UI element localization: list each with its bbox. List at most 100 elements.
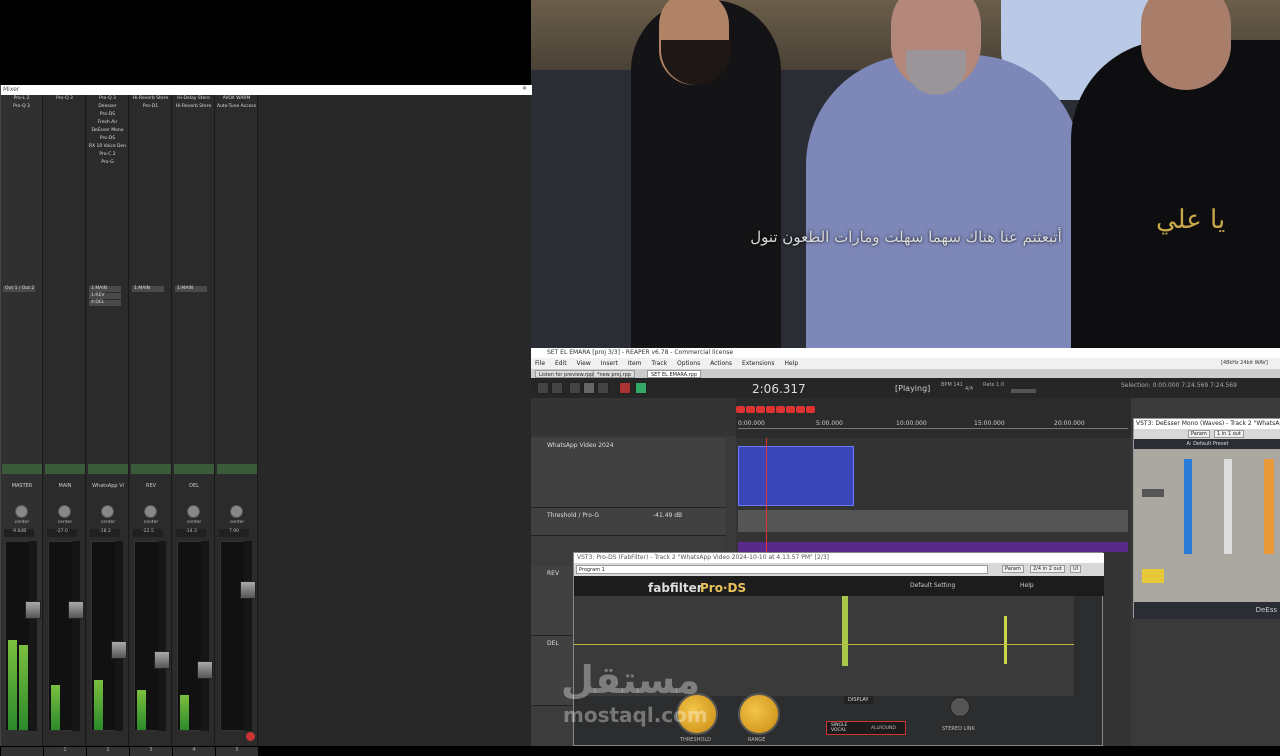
track-whatsapp[interactable]: WhatsApp Video 2024 bbox=[531, 438, 726, 508]
track-threshold-envelope[interactable]: Threshold / Pro-G -41.49 dB bbox=[531, 508, 726, 536]
fx-slot[interactable]: Hi-Reverb Stere bbox=[173, 103, 214, 111]
fx-slot[interactable]: Pro-G bbox=[87, 159, 128, 167]
rewind-button[interactable] bbox=[537, 382, 549, 394]
strip-buttons[interactable] bbox=[174, 464, 214, 474]
menu-extensions[interactable]: Extensions bbox=[742, 360, 775, 367]
range-knob[interactable] bbox=[738, 693, 780, 735]
fader-cap[interactable] bbox=[25, 601, 41, 619]
strip-buttons[interactable] bbox=[2, 464, 42, 474]
param-button[interactable]: Param bbox=[1002, 565, 1024, 573]
strip-buttons[interactable] bbox=[88, 464, 128, 474]
pan-knob[interactable] bbox=[187, 505, 200, 518]
menu-item[interactable]: Item bbox=[628, 360, 642, 367]
mode-allround[interactable]: ALLROUND bbox=[871, 726, 896, 731]
fx-slot[interactable]: Auto-Tune Access bbox=[216, 103, 257, 111]
volume-fader[interactable] bbox=[197, 541, 213, 731]
timeline-ruler[interactable]: 0:00.000 5:00.000 10:00.000 15:00.000 20… bbox=[736, 398, 1131, 438]
fx-slot[interactable]: Pro-Q 3 bbox=[87, 95, 128, 103]
repeat-button[interactable] bbox=[635, 382, 647, 394]
monitor-button[interactable] bbox=[1142, 569, 1164, 583]
volume-fader[interactable] bbox=[154, 541, 170, 731]
send-slot[interactable]: 1:MAIN bbox=[175, 286, 207, 292]
fader-cap[interactable] bbox=[111, 641, 127, 659]
fx-slot[interactable]: Pro-DS bbox=[87, 111, 128, 119]
envelope-lane[interactable] bbox=[738, 510, 1128, 532]
region-marker[interactable] bbox=[786, 406, 795, 413]
preset-name[interactable]: A: Default Preset bbox=[1134, 439, 1280, 449]
stereo-link-knob[interactable] bbox=[950, 697, 970, 717]
rate-slider[interactable] bbox=[1011, 389, 1036, 393]
region-marker[interactable] bbox=[766, 406, 775, 413]
fx-slot[interactable]: Pro-D1 bbox=[130, 103, 171, 111]
region-marker[interactable] bbox=[746, 406, 755, 413]
fx-slot[interactable]: RX 10 Voice Den bbox=[87, 143, 128, 151]
volume-fader[interactable] bbox=[25, 541, 41, 731]
region-marker[interactable] bbox=[806, 406, 815, 413]
audio-item[interactable] bbox=[738, 446, 854, 506]
send-slot[interactable]: 1:MAIN bbox=[132, 286, 164, 292]
menu-insert[interactable]: Insert bbox=[601, 360, 618, 367]
fx-slot[interactable]: Pro-DS bbox=[87, 135, 128, 143]
display-button[interactable]: DISPLAY bbox=[844, 696, 873, 704]
pan-knob[interactable] bbox=[15, 505, 28, 518]
pin-icon[interactable]: ✱ bbox=[522, 85, 527, 92]
time-signature[interactable]: 4/4 bbox=[965, 386, 973, 392]
fx-slot[interactable]: Pro-Q 3 bbox=[1, 103, 42, 111]
track-name[interactable]: DEL bbox=[547, 640, 559, 647]
send-slot[interactable]: 4:DEL bbox=[89, 300, 121, 306]
region-marker[interactable] bbox=[776, 406, 785, 413]
fx-slot[interactable]: DeEsser Mono bbox=[87, 127, 128, 135]
io-button[interactable]: 1 in 1 out bbox=[1214, 430, 1244, 438]
help-button[interactable]: Help bbox=[1020, 582, 1034, 589]
strip-buttons[interactable] bbox=[45, 464, 85, 474]
record-arm-button[interactable] bbox=[246, 732, 255, 741]
stop-button[interactable] bbox=[569, 382, 581, 394]
bpm-display[interactable]: BPM 141 bbox=[941, 382, 963, 388]
play-button[interactable] bbox=[583, 382, 595, 394]
menu-view[interactable]: View bbox=[577, 360, 591, 367]
strip-name[interactable]: MAIN bbox=[44, 483, 86, 489]
strip-name[interactable]: REV bbox=[130, 483, 172, 489]
send-slot[interactable]: Out 1 / Out 2 bbox=[3, 286, 35, 292]
pan-knob[interactable] bbox=[101, 505, 114, 518]
program-select[interactable]: Program 1 bbox=[576, 565, 988, 574]
track-name[interactable]: WhatsApp Video 2024 bbox=[547, 442, 614, 449]
preset-name[interactable]: Default Setting bbox=[910, 582, 955, 589]
mode-selector[interactable]: SINGLE VOCAL ALLROUND bbox=[826, 721, 906, 735]
mode-single[interactable]: SINGLE VOCAL bbox=[831, 723, 855, 733]
tab-listen[interactable]: Listen for preview.rpp bbox=[535, 370, 598, 378]
fader-cap[interactable] bbox=[197, 661, 213, 679]
io-button[interactable]: 2/4 in 2 out bbox=[1030, 565, 1065, 573]
strip-name[interactable]: MASTER bbox=[1, 483, 43, 489]
send-slot[interactable]: 1:MAIN bbox=[89, 286, 121, 292]
strip-name[interactable]: WhatsApp Vi bbox=[87, 483, 129, 489]
menu-actions[interactable]: Actions bbox=[710, 360, 732, 367]
threshold-line[interactable] bbox=[574, 644, 1074, 645]
strip-buttons[interactable] bbox=[217, 464, 257, 474]
fader-cap[interactable] bbox=[240, 581, 256, 599]
volume-fader[interactable] bbox=[68, 541, 84, 731]
menu-track[interactable]: Track bbox=[651, 360, 667, 367]
pan-knob[interactable] bbox=[58, 505, 71, 518]
pan-knob[interactable] bbox=[144, 505, 157, 518]
fx-slot[interactable]: Fresh Air bbox=[87, 119, 128, 127]
ui-button[interactable]: UI bbox=[1070, 565, 1082, 573]
record-button[interactable] bbox=[619, 382, 631, 394]
param-button[interactable]: Param bbox=[1188, 430, 1210, 438]
fx-slot[interactable]: Deesser bbox=[87, 103, 128, 111]
menu-file[interactable]: File bbox=[535, 360, 545, 367]
rate-display[interactable]: Rate 1.0 bbox=[983, 382, 1004, 388]
pause-button[interactable] bbox=[597, 382, 609, 394]
pan-knob[interactable] bbox=[230, 505, 243, 518]
volume-fader[interactable] bbox=[240, 541, 256, 731]
menu-help[interactable]: Help bbox=[784, 360, 798, 367]
fx-slot[interactable]: Pro-C 2 bbox=[87, 151, 128, 159]
region-marker[interactable] bbox=[756, 406, 765, 413]
menu-edit[interactable]: Edit bbox=[555, 360, 567, 367]
fx-slot[interactable]: Pro-L 2 bbox=[1, 95, 42, 103]
tab-new-proj[interactable]: *new proj.rpp bbox=[593, 370, 635, 378]
fx-slot[interactable]: Hi-Reverb Stere bbox=[130, 95, 171, 103]
strip-buttons[interactable] bbox=[131, 464, 171, 474]
midi-item[interactable] bbox=[738, 542, 1128, 552]
tab-set-el-emara[interactable]: SET EL EMARA.rpp bbox=[647, 370, 702, 378]
